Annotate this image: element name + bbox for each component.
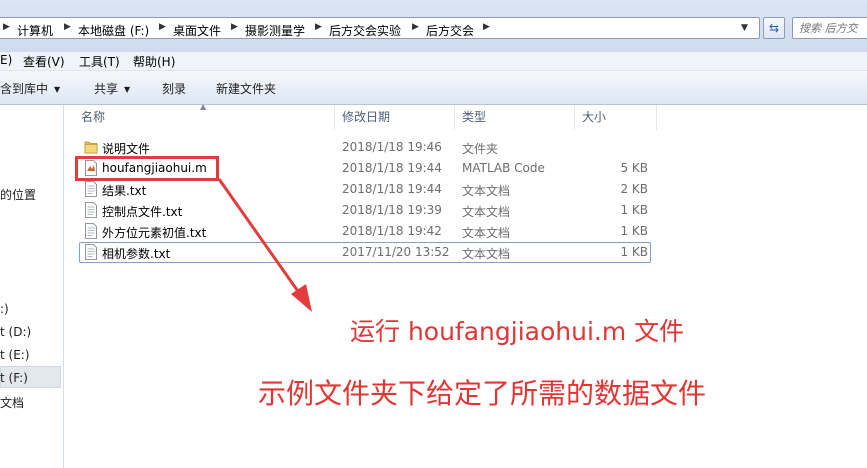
- annotation-data-files: 示例文件夹下给定了所需的数据文件: [258, 377, 707, 410]
- annotation-run-file: 运行 houfangjiaohui.m 文件: [350, 317, 685, 346]
